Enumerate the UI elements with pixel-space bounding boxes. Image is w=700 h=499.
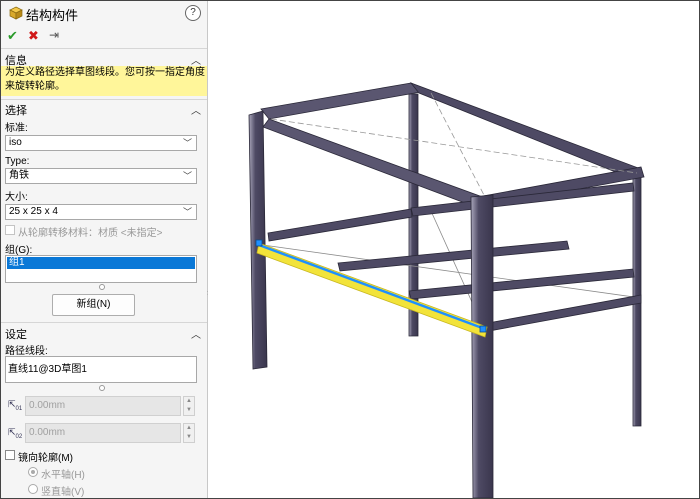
divider	[1, 322, 207, 323]
offset-icon: ⇱01	[8, 399, 23, 412]
chevron-up-icon[interactable]: ︿	[191, 326, 201, 341]
horizontal-axis-label: 水平轴(H)	[41, 470, 85, 481]
property-manager-panel: 结构构件 ? ✔ ✖ ⇥ 信息 ︿ 为定义路径选择草图线段。您可按一指定角度来旋…	[1, 1, 208, 498]
divider	[1, 48, 207, 49]
standard-value: iso	[9, 137, 22, 148]
info-message: 为定义路径选择草图线段。您可按一指定角度来旋转轮廓。	[1, 66, 207, 96]
mirror-profile-checkbox[interactable]	[5, 450, 15, 460]
offset1-spinner[interactable]: ▲ ▼	[183, 396, 195, 416]
chevron-up-icon[interactable]: ︿	[191, 102, 201, 117]
vertical-axis-label: 竖直轴(V)	[41, 487, 85, 498]
list-item[interactable]: 组1	[7, 257, 195, 269]
path-segment-list[interactable]: 直线11@3D草图1	[5, 356, 197, 383]
horizontal-axis-radio[interactable]	[28, 467, 38, 477]
offset2-spinner[interactable]: ▲ ▼	[183, 423, 195, 443]
resize-handle[interactable]	[99, 385, 105, 391]
size-label: 大小:	[5, 192, 28, 203]
panel-title: 结构构件	[26, 8, 79, 23]
chevron-down-icon: ﹀	[182, 171, 192, 181]
pin-icon[interactable]: ⇥	[49, 28, 59, 42]
settings-section-title: 设定	[5, 329, 27, 341]
standard-select[interactable]: iso ﹀	[5, 135, 197, 151]
graphics-viewport[interactable]	[208, 1, 699, 498]
transfer-material-label: 从轮廓转移材料：材质 <未指定>	[18, 228, 163, 239]
offset-icon: ⇱02	[8, 427, 23, 440]
mirror-profile-label: 镜向轮廓(M)	[18, 453, 73, 464]
new-group-button[interactable]: 新组(N)	[52, 294, 135, 316]
help-icon[interactable]: ?	[185, 5, 201, 21]
type-select[interactable]: 角铁 ﹀	[5, 168, 197, 184]
group-label: 组(G):	[5, 245, 33, 256]
group-list[interactable]: 组1	[5, 255, 197, 283]
window: 结构构件 ? ✔ ✖ ⇥ 信息 ︿ 为定义路径选择草图线段。您可按一指定角度来旋…	[0, 0, 700, 499]
transfer-material-checkbox[interactable]	[5, 225, 15, 235]
offset2-value: 0.00mm	[29, 427, 66, 438]
chevron-down-icon: ﹀	[182, 138, 192, 148]
path-label: 路径线段:	[5, 346, 48, 357]
list-item[interactable]: 直线11@3D草图1	[8, 364, 87, 375]
standard-label: 标准:	[5, 123, 28, 134]
type-value: 角铁	[9, 170, 29, 181]
check-icon[interactable]: ✔	[7, 28, 18, 44]
chevron-up-icon[interactable]: ︿	[191, 52, 201, 67]
chevron-down-icon: ﹀	[182, 207, 192, 217]
type-label: Type:	[5, 156, 30, 167]
structure-cube-icon	[9, 6, 23, 20]
divider	[1, 99, 207, 100]
structure-frame-model[interactable]	[208, 1, 699, 498]
size-select[interactable]: 25 x 25 x 4 ﹀	[5, 204, 197, 220]
selection-section-title: 选择	[5, 105, 27, 117]
vertical-axis-radio[interactable]	[28, 484, 38, 494]
resize-handle[interactable]	[99, 284, 105, 290]
offset2-input[interactable]: 0.00mm	[25, 423, 181, 443]
close-icon[interactable]: ✖	[28, 28, 39, 44]
panel-header: 结构构件 ?	[1, 1, 207, 25]
size-value: 25 x 25 x 4	[9, 206, 58, 217]
offset1-input[interactable]: 0.00mm	[25, 396, 181, 416]
offset1-value: 0.00mm	[29, 400, 66, 411]
